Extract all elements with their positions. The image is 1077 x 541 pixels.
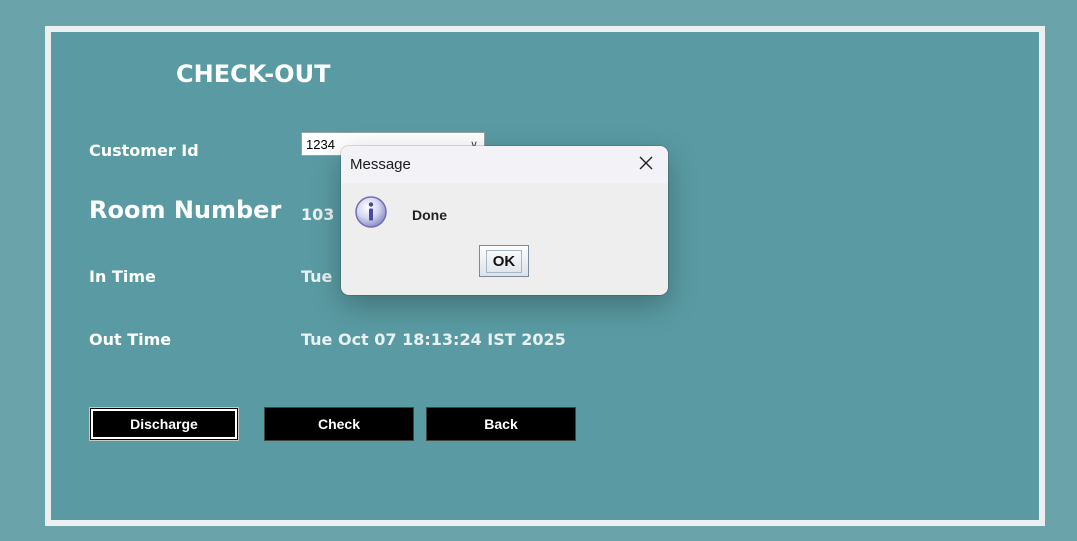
in-time-value: Tue xyxy=(301,267,333,286)
info-icon xyxy=(355,196,387,228)
discharge-button[interactable]: Discharge xyxy=(89,407,239,441)
out-time-value: Tue Oct 07 18:13:24 IST 2025 xyxy=(301,330,566,349)
close-icon[interactable] xyxy=(636,153,656,173)
ok-button-label: OK xyxy=(485,249,523,273)
customer-id-label: Customer Id xyxy=(89,141,199,160)
dialog-title: Message xyxy=(350,156,411,173)
page-title: CHECK-OUT xyxy=(176,60,331,88)
customer-id-value: 1234 xyxy=(306,137,335,152)
dialog-titlebar[interactable]: Message xyxy=(341,146,668,183)
room-number-value: 103 xyxy=(301,205,335,224)
check-button[interactable]: Check xyxy=(264,407,414,441)
in-time-label: In Time xyxy=(89,267,156,286)
back-button[interactable]: Back xyxy=(426,407,576,441)
out-time-label: Out Time xyxy=(89,330,172,349)
message-dialog: Message Done OK xyxy=(341,146,668,295)
room-number-label: Room Number xyxy=(89,196,282,224)
ok-button[interactable]: OK xyxy=(479,245,529,277)
dialog-message: Done xyxy=(412,207,447,223)
